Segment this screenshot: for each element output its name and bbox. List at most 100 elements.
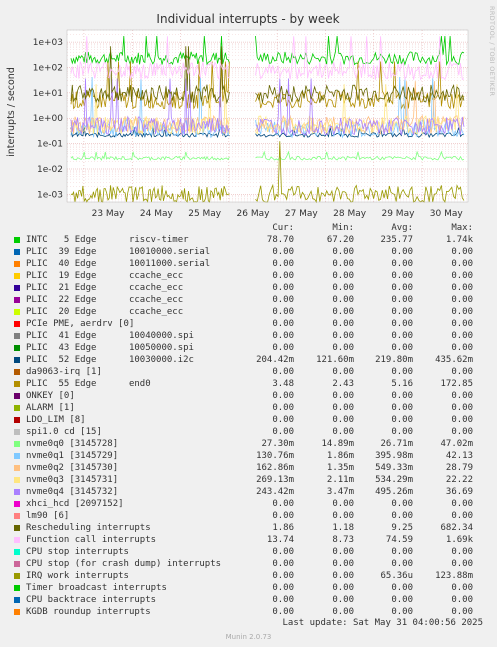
x-tick-label: 25 May bbox=[188, 209, 222, 219]
header-max: Max: bbox=[451, 223, 473, 233]
legend-row: LDO_LIM [8] 0.00 0.00 0.00 0.00 bbox=[0, 414, 497, 426]
x-tick-label: 30 May bbox=[430, 209, 464, 219]
legend-series-name: nvme0q4 [3145732] bbox=[26, 487, 119, 497]
legend-swatch bbox=[14, 261, 20, 267]
last-update: Last update: Sat May 31 04:00:56 2025 bbox=[282, 618, 483, 628]
legend-series-name: PLIC 55 Edge end0 bbox=[26, 379, 151, 389]
legend-series-name: xhci_hcd [2097152] bbox=[26, 499, 124, 509]
legend-series-name: IRQ work interrupts bbox=[26, 571, 129, 581]
legend-max-value: 0.00 bbox=[451, 283, 473, 293]
legend-max-value: 22.22 bbox=[445, 475, 473, 485]
legend-row: PLIC 52 Edge 10030000.i2c 204.42m 121.60m 2… bbox=[0, 354, 497, 366]
legend-max-value: 28.79 bbox=[445, 463, 473, 473]
legend-series-name: LDO_LIM [8] bbox=[26, 415, 86, 425]
x-tick-label: 29 May bbox=[381, 209, 415, 219]
legend-swatch bbox=[14, 537, 20, 543]
legend-max-value: 0.00 bbox=[451, 511, 473, 521]
legend-row: Rescheduling interrupts 1.86 1.18 9.25 682.3… bbox=[0, 522, 497, 534]
legend-row: CPU stop (for crash dump) interrupts 0.00… bbox=[0, 558, 497, 570]
legend-swatch bbox=[14, 321, 20, 327]
x-tick-label: 23 May bbox=[92, 209, 126, 219]
legend-row: ALARM [1] 0.00 0.00 0.00 0.00 bbox=[0, 402, 497, 414]
legend-row: PLIC 43 Edge 10050000.spi 0.00 0.00 0.00 0.0… bbox=[0, 342, 497, 354]
x-tick-labels: 23 May 24 May 25 May 26 May 27 May 28 May 29 M… bbox=[92, 209, 464, 219]
legend-row: PCIe PME, aerdrv [0] 0.00 0.00 0.00 0.00 bbox=[0, 318, 497, 330]
legend-max-value: 47.02m bbox=[440, 439, 473, 449]
legend-max-value: 1.69k bbox=[445, 535, 473, 545]
legend-swatch bbox=[14, 429, 20, 435]
legend-max-value: 0.00 bbox=[451, 607, 473, 617]
legend-row: CPU backtrace interrupts 0.00 0.00 0.00 0.00 bbox=[0, 594, 497, 606]
legend-swatch bbox=[14, 417, 20, 423]
legend-swatch bbox=[14, 237, 20, 243]
legend-row: KGDB roundup interrupts 0.00 0.00 0.00 0.00 bbox=[0, 606, 497, 618]
x-tick-label: 24 May bbox=[140, 209, 174, 219]
legend-swatch bbox=[14, 573, 20, 579]
legend-row: nvme0q0 [3145728] 27.30m 14.89m 26.71m 47.02… bbox=[0, 438, 497, 450]
y-tick-label: 1e+02 bbox=[33, 63, 63, 73]
legend-max-value: 0.00 bbox=[451, 247, 473, 257]
legend-swatch bbox=[14, 501, 20, 507]
legend-swatch bbox=[14, 381, 20, 387]
legend-max-value: 0.00 bbox=[451, 499, 473, 509]
legend-max-value: 0.00 bbox=[451, 367, 473, 377]
legend-header-row: Cur: Min: Avg: Max: bbox=[0, 222, 497, 234]
legend-row: lm90 [6] 0.00 0.00 0.00 0.00 bbox=[0, 510, 497, 522]
legend-row: PLIC 22 Edge ccache_ecc 0.00 0.00 0.00 0.00 bbox=[0, 294, 497, 306]
chart-title: Individual interrupts - by week bbox=[156, 12, 339, 26]
legend-series-name: nvme0q3 [3145731] bbox=[26, 475, 119, 485]
legend-series-name: PLIC 20 Edge ccache_ecc bbox=[26, 307, 184, 317]
legend-max-value: 0.00 bbox=[451, 583, 473, 593]
legend-series-name: CPU stop interrupts bbox=[26, 547, 129, 557]
legend-row: PLIC 55 Edge end0 3.48 2.43 5.16 172.85 bbox=[0, 378, 497, 390]
legend-series-name: lm90 [6] bbox=[26, 511, 70, 521]
legend-max-value: 0.00 bbox=[451, 595, 473, 605]
legend-max-value: 0.00 bbox=[451, 319, 473, 329]
legend-series-name: PLIC 41 Edge 10040000.spi bbox=[26, 331, 194, 341]
legend-series-name: spi1.0 cd [15] bbox=[26, 427, 102, 437]
legend-swatch bbox=[14, 273, 20, 279]
legend-row: PLIC 40 Edge 10011000.serial 0.00 0.00 0.00… bbox=[0, 258, 497, 270]
legend-swatch bbox=[14, 477, 20, 483]
legend-swatch bbox=[14, 549, 20, 555]
legend-swatch bbox=[14, 345, 20, 351]
legend-row: PLIC 20 Edge ccache_ecc 0.00 0.00 0.00 0.00 bbox=[0, 306, 497, 318]
legend-max-value: 172.85 bbox=[440, 379, 473, 389]
legend-max-value: 0.00 bbox=[451, 259, 473, 269]
legend-swatch bbox=[14, 393, 20, 399]
legend-row: PLIC 19 Edge ccache_ecc 0.00 0.00 0.00 0.00 bbox=[0, 270, 497, 282]
y-tick-labels: 1e+03 1e+02 1e+01 1e+00 1e-01 1e-02 1e-03 bbox=[33, 38, 64, 200]
legend-swatch bbox=[14, 525, 20, 531]
legend-swatch bbox=[14, 441, 20, 447]
legend-row: Function call interrupts 13.74 8.73 74.59 1.… bbox=[0, 534, 497, 546]
legend-row: CPU stop interrupts 0.00 0.00 0.00 0.00 bbox=[0, 546, 497, 558]
legend-row: spi1.0 cd [15] 0.00 0.00 0.00 0.00 bbox=[0, 426, 497, 438]
x-tick-label: 26 May bbox=[237, 209, 271, 219]
legend-series-name: PLIC 52 Edge 10030000.i2c bbox=[26, 355, 194, 365]
legend-row: PLIC 41 Edge 10040000.spi 0.00 0.00 0.00 0.0… bbox=[0, 330, 497, 342]
legend-swatch bbox=[14, 357, 20, 363]
legend-series-name: ONKEY [0] bbox=[26, 391, 75, 401]
legend-swatch bbox=[14, 405, 20, 411]
legend-swatch bbox=[14, 249, 20, 255]
legend-row: nvme0q2 [3145730] 162.86m 1.35m 549.33m 28.7… bbox=[0, 462, 497, 474]
legend-series-name: PLIC 43 Edge 10050000.spi bbox=[26, 343, 194, 353]
legend-max-value: 36.69 bbox=[445, 487, 473, 497]
legend-swatch bbox=[14, 369, 20, 375]
legend-max-value: 0.00 bbox=[451, 307, 473, 317]
legend-max-value: 123.88m bbox=[435, 571, 473, 581]
legend-max-value: 1.74k bbox=[445, 235, 473, 245]
legend-series-name: PLIC 21 Edge ccache_ecc bbox=[26, 283, 184, 293]
legend-series-name: PLIC 19 Edge ccache_ecc bbox=[26, 271, 184, 281]
legend-swatch bbox=[14, 297, 20, 303]
legend-row: nvme0q3 [3145731] 269.13m 2.11m 534.29m 22.2… bbox=[0, 474, 497, 486]
legend-series-name: nvme0q2 [3145730] bbox=[26, 463, 119, 473]
legend-swatch bbox=[14, 489, 20, 495]
legend-max-value: 0.00 bbox=[451, 559, 473, 569]
legend-series-name: Function call interrupts bbox=[26, 535, 157, 545]
legend-swatch bbox=[14, 309, 20, 315]
legend-series-name: CPU backtrace interrupts bbox=[26, 595, 157, 605]
legend-max-value: 0.00 bbox=[451, 427, 473, 437]
legend-series-name: PLIC 22 Edge ccache_ecc bbox=[26, 295, 184, 305]
y-tick-label: 1e+03 bbox=[33, 38, 63, 48]
